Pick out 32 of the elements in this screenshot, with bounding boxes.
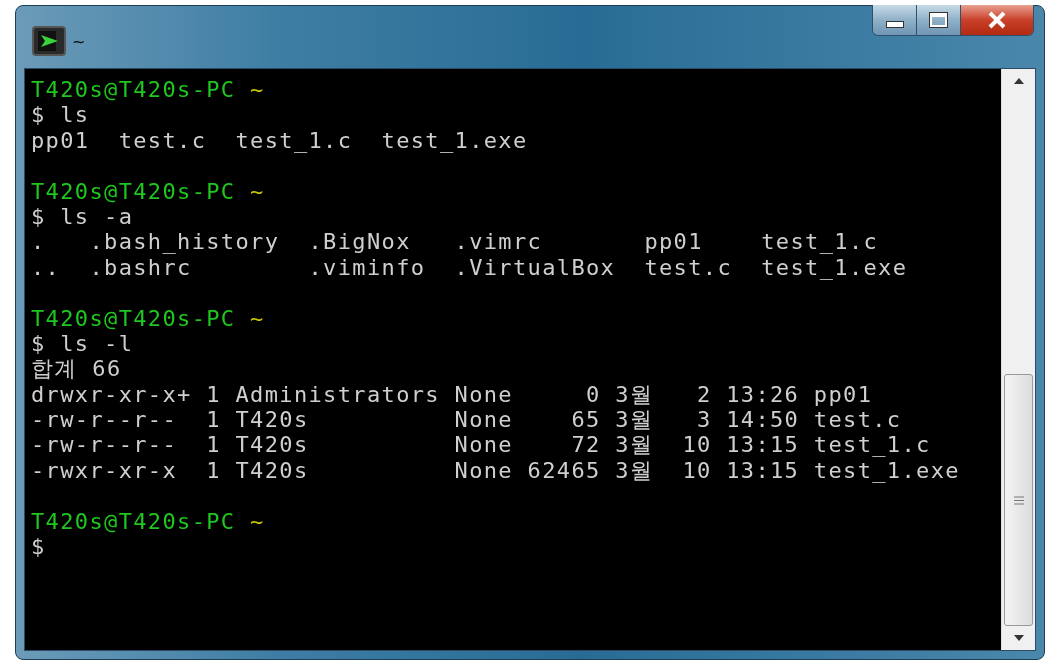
minimize-button[interactable] bbox=[873, 5, 917, 35]
terminal-line: -rw-r--r-- 1 T420s None 72 3월 10 13:15 test_1.c bbox=[31, 432, 931, 458]
prompt-path: ~ bbox=[250, 178, 265, 204]
maximize-icon bbox=[930, 13, 947, 27]
terminal-line: 합계 66 bbox=[31, 356, 122, 382]
prompt-user-host: T420s@T420s-PC bbox=[31, 508, 236, 534]
terminal-line: pp01 test.c test_1.c test_1.exe bbox=[31, 127, 528, 153]
prompt-path: ~ bbox=[250, 77, 265, 102]
terminal-line: $ ls -l bbox=[31, 330, 134, 356]
maximize-button[interactable] bbox=[917, 5, 961, 35]
terminal-line: -rw-r--r-- 1 T420s None 65 3월 3 14:50 test.c bbox=[31, 407, 902, 433]
prompt-user-host: T420s@T420s-PC bbox=[31, 77, 236, 102]
terminal-line: .. .bashrc .viminfo .VirtualBox test.c test_1.exe bbox=[31, 254, 908, 280]
terminal-line: $ ls bbox=[31, 102, 90, 128]
scroll-thumb[interactable] bbox=[1004, 374, 1033, 626]
close-icon bbox=[986, 11, 1008, 29]
scrollbar[interactable] bbox=[1001, 69, 1035, 650]
prompt-user-host: T420s@T420s-PC bbox=[31, 305, 236, 331]
window-title: ~ bbox=[72, 31, 86, 51]
close-button[interactable] bbox=[961, 5, 1033, 35]
scroll-down-icon[interactable] bbox=[1012, 634, 1025, 642]
terminal-line: -rwxr-xr-x 1 T420s None 62465 3월 10 13:15 test_1.exe bbox=[31, 457, 960, 483]
prompt-user-host: T420s@T420s-PC bbox=[31, 178, 236, 204]
terminal-line: $ bbox=[31, 534, 46, 560]
prompt-path: ~ bbox=[250, 508, 265, 534]
scroll-up-icon[interactable] bbox=[1012, 77, 1025, 85]
terminal-icon bbox=[32, 26, 66, 56]
minimize-icon bbox=[885, 20, 904, 28]
terminal-line: drwxr-xr-x+ 1 Administrators None 0 3월 2 13:26 pp01 bbox=[31, 381, 873, 407]
prompt-path: ~ bbox=[250, 305, 265, 331]
terminal-line: . .bash_history .BigNox .vimrc pp01 test_1.c bbox=[31, 229, 879, 255]
terminal-line: $ ls -a bbox=[31, 203, 134, 229]
